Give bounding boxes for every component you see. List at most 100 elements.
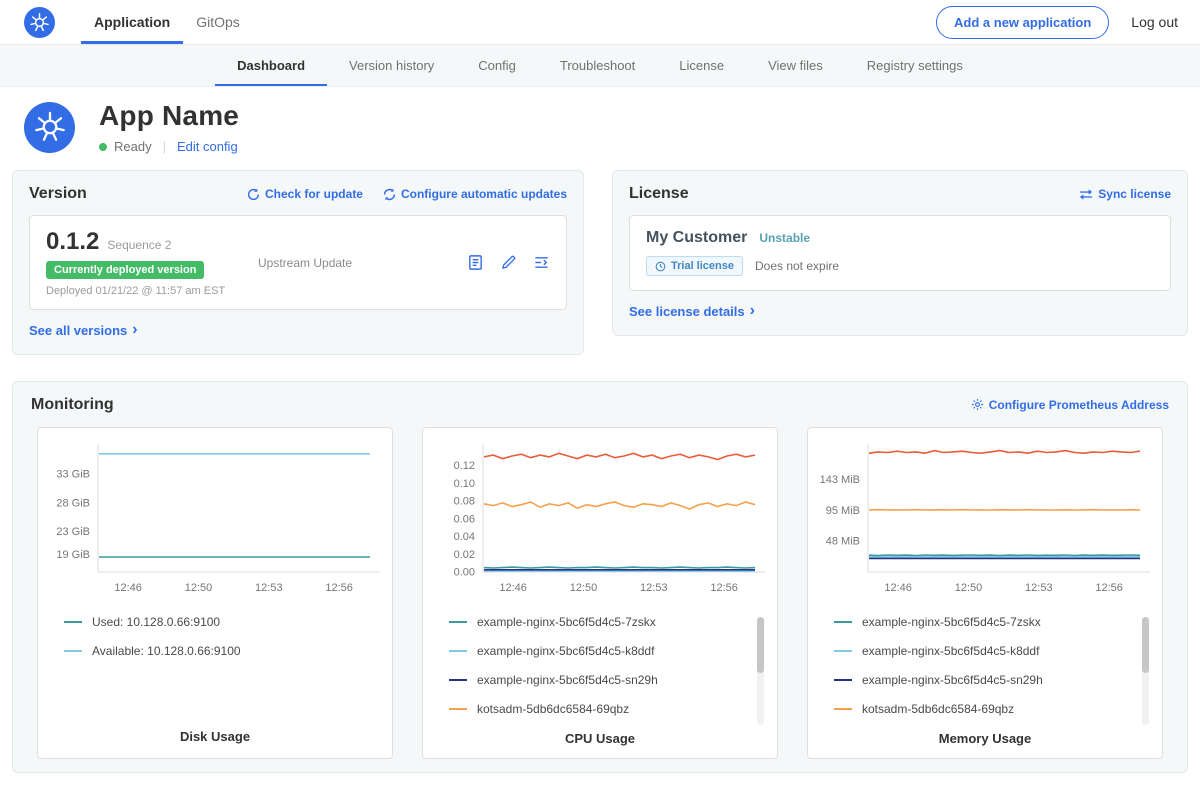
edit-config-link[interactable]: Edit config xyxy=(177,139,238,154)
svg-text:12:53: 12:53 xyxy=(255,582,283,594)
svg-text:28 GiB: 28 GiB xyxy=(56,497,90,509)
svg-text:0.06: 0.06 xyxy=(454,513,475,525)
configure-updates-label: Configure automatic updates xyxy=(401,187,567,201)
deployed-timestamp: Deployed 01/21/22 @ 11:57 am EST xyxy=(46,285,238,297)
subnav-tab-license[interactable]: License xyxy=(657,45,746,86)
legend-item: Used: 10.128.0.66:9100 xyxy=(64,615,382,629)
cpu-usage-chart: 0.120.100.080.060.040.020.0012:4612:5012… xyxy=(422,427,778,759)
version-number: 0.1.2 xyxy=(46,228,99,256)
svg-text:0.10: 0.10 xyxy=(454,477,475,489)
legend-item: example-nginx-5bc6f5d4c5-sn29h xyxy=(449,673,767,687)
legend-label: example-nginx-5bc6f5d4c5-k8ddf xyxy=(477,644,654,658)
svg-text:0.08: 0.08 xyxy=(454,495,475,507)
app-subnav: DashboardVersion historyConfigTroublesho… xyxy=(0,45,1200,87)
app-title: App Name xyxy=(99,100,239,132)
license-type-badge: Trial license xyxy=(646,256,743,276)
legend-swatch-icon xyxy=(834,679,852,681)
legend-label: kotsadm-5db6dc6584-69qbz xyxy=(862,702,1014,716)
svg-text:23 GiB: 23 GiB xyxy=(56,526,90,538)
svg-text:48 MiB: 48 MiB xyxy=(826,535,860,547)
legend-label: example-nginx-5bc6f5d4c5-7zskx xyxy=(477,615,656,629)
svg-text:0.00: 0.00 xyxy=(454,566,475,578)
svg-text:33 GiB: 33 GiB xyxy=(56,468,90,480)
configure-prometheus-link[interactable]: Configure Prometheus Address xyxy=(971,398,1169,412)
disk-usage-chart: 33 GiB28 GiB23 GiB19 GiB12:4612:5012:531… xyxy=(37,427,393,759)
svg-text:12:56: 12:56 xyxy=(710,582,738,594)
view-diff-icon[interactable] xyxy=(467,254,484,271)
svg-text:12:50: 12:50 xyxy=(570,582,598,594)
legend-item: example-nginx-5bc6f5d4c5-k8ddf xyxy=(834,644,1152,658)
clock-icon xyxy=(655,261,666,272)
legend-scrollbar[interactable] xyxy=(757,617,764,725)
topnav-tab-gitops[interactable]: GitOps xyxy=(183,0,253,44)
monitoring-card: Monitoring Configure Prometheus Address … xyxy=(12,381,1188,773)
memory-usage-chart: 143 MiB95 MiB48 MiB12:4612:5012:5312:56 … xyxy=(807,427,1163,759)
legend-label: Used: 10.128.0.66:9100 xyxy=(92,615,220,629)
legend-swatch-icon xyxy=(64,650,82,652)
gear-icon xyxy=(971,398,984,411)
subnav-tab-version-history[interactable]: Version history xyxy=(327,45,456,86)
legend-item: example-nginx-5bc6f5d4c5-7zskx xyxy=(834,615,1152,629)
scrollbar-thumb[interactable] xyxy=(757,617,764,673)
legend-item: example-nginx-5bc6f5d4c5-7zskx xyxy=(449,615,767,629)
app-icon xyxy=(24,102,75,153)
chart-title: Memory Usage xyxy=(818,731,1152,749)
topnav-spacer xyxy=(253,0,936,44)
svg-text:19 GiB: 19 GiB xyxy=(56,549,90,561)
license-expiration: Does not expire xyxy=(755,259,839,273)
license-card-title: License xyxy=(629,185,689,203)
chevron-right-icon: › xyxy=(750,303,755,319)
auto-update-icon xyxy=(383,188,396,201)
subnav-tab-view-files[interactable]: View files xyxy=(746,45,845,86)
svg-text:12:53: 12:53 xyxy=(640,582,668,594)
check-for-update-label: Check for update xyxy=(265,187,363,201)
configure-updates-link[interactable]: Configure automatic updates xyxy=(383,187,567,201)
topnav-tab-application[interactable]: Application xyxy=(81,0,183,44)
edit-config-icon[interactable] xyxy=(500,254,517,271)
charts-row: 33 GiB28 GiB23 GiB19 GiB12:4612:5012:531… xyxy=(25,427,1175,759)
see-license-details-label: See license details xyxy=(629,304,745,319)
see-all-versions-link[interactable]: See all versions › xyxy=(29,322,138,338)
memory-usage-plot: 143 MiB95 MiB48 MiB12:4612:5012:5312:56 xyxy=(818,440,1152,603)
line-chart-svg: 33 GiB28 GiB23 GiB19 GiB12:4612:5012:531… xyxy=(48,440,382,598)
legend-label: example-nginx-5bc6f5d4c5-sn29h xyxy=(862,673,1043,687)
status-divider: | xyxy=(163,139,166,154)
svg-text:12:56: 12:56 xyxy=(325,582,353,594)
subnav-tab-registry-settings[interactable]: Registry settings xyxy=(845,45,985,86)
see-all-versions-label: See all versions xyxy=(29,323,127,338)
subnav-tab-troubleshoot[interactable]: Troubleshoot xyxy=(538,45,657,86)
legend-label: Available: 10.128.0.66:9100 xyxy=(92,644,241,658)
kubernetes-logo-icon xyxy=(24,7,55,38)
legend-label: kotsadm-5db6dc6584-69qbz xyxy=(477,702,629,716)
see-license-details-link[interactable]: See license details › xyxy=(629,303,755,319)
disk-usage-plot: 33 GiB28 GiB23 GiB19 GiB12:4612:5012:531… xyxy=(48,440,382,603)
svg-text:0.02: 0.02 xyxy=(454,548,475,560)
sync-license-link[interactable]: Sync license xyxy=(1079,187,1171,201)
legend-swatch-icon xyxy=(834,650,852,652)
upstream-update-label: Upstream Update xyxy=(258,256,352,270)
line-chart-svg: 0.120.100.080.060.040.020.0012:4612:5012… xyxy=(433,440,767,598)
chevron-right-icon: › xyxy=(132,322,137,338)
legend-swatch-icon xyxy=(834,621,852,623)
svg-text:95 MiB: 95 MiB xyxy=(826,505,860,517)
license-details-box: My Customer Unstable Trial license Does … xyxy=(629,215,1171,291)
disk-usage-legend: Used: 10.128.0.66:9100 Available: 10.128.… xyxy=(48,615,382,673)
svg-text:12:56: 12:56 xyxy=(1095,582,1123,594)
legend-item: example-nginx-5bc6f5d4c5-sn29h xyxy=(834,673,1152,687)
scrollbar-thumb[interactable] xyxy=(1142,617,1149,673)
legend-swatch-icon xyxy=(64,621,82,623)
customer-name: My Customer xyxy=(646,229,747,247)
svg-text:0.12: 0.12 xyxy=(454,460,475,472)
legend-scrollbar[interactable] xyxy=(1142,617,1149,725)
legend-swatch-icon xyxy=(449,708,467,710)
check-for-update-link[interactable]: Check for update xyxy=(247,187,363,201)
svg-text:143 MiB: 143 MiB xyxy=(820,474,860,486)
add-application-button[interactable]: Add a new application xyxy=(936,6,1109,39)
configure-prometheus-label: Configure Prometheus Address xyxy=(989,398,1169,412)
logout-button[interactable]: Log out xyxy=(1131,14,1178,30)
deploy-logs-icon[interactable] xyxy=(533,254,550,271)
subnav-tab-config[interactable]: Config xyxy=(456,45,538,86)
sync-license-label: Sync license xyxy=(1098,187,1171,201)
legend-swatch-icon xyxy=(449,621,467,623)
subnav-tab-dashboard[interactable]: Dashboard xyxy=(215,45,327,86)
